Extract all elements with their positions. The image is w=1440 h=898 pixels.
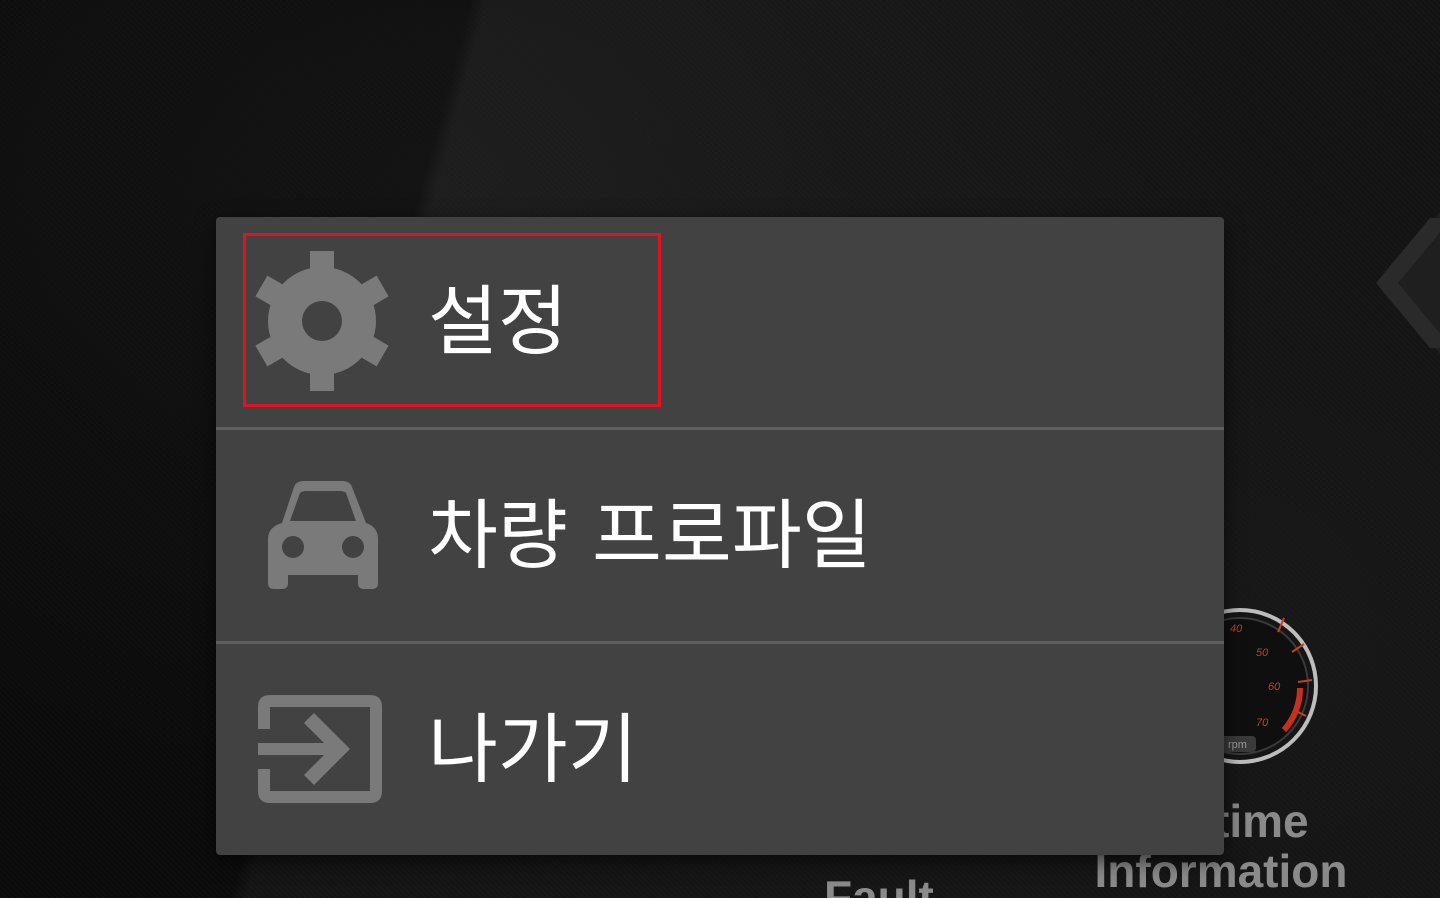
menu-item-vehicle-profile-label: 차량 프로파일 (428, 491, 872, 580)
chevron-left-icon[interactable] (1360, 212, 1440, 354)
menu-item-exit-label: 나가기 (428, 705, 638, 794)
gear-icon (255, 251, 389, 391)
menu-item-settings-label: 설정 (428, 277, 568, 366)
menu-divider (216, 427, 1224, 430)
gauge-tick-60: 60 (1268, 681, 1281, 693)
menu-item-exit[interactable]: 나가기 (216, 645, 1224, 855)
menu-divider (216, 641, 1224, 644)
exit-icon (258, 695, 382, 803)
fault-label[interactable]: Fault (824, 872, 934, 898)
car-icon (268, 481, 378, 589)
gauge-tick-40: 40 (1230, 623, 1243, 635)
gauge-tick-70: 70 (1256, 717, 1269, 729)
menu-item-vehicle-profile[interactable]: 차량 프로파일 (216, 431, 1224, 641)
options-menu-dialog: 설정 차량 프로파일 나가기 (216, 217, 1224, 855)
menu-item-settings[interactable]: 설정 (216, 217, 1224, 427)
gauge-tick-50: 50 (1256, 647, 1269, 659)
gauge-unit: rpm (1228, 739, 1247, 751)
app-screen: 40 50 60 70 rpm time Information Fault 설… (0, 0, 1440, 898)
